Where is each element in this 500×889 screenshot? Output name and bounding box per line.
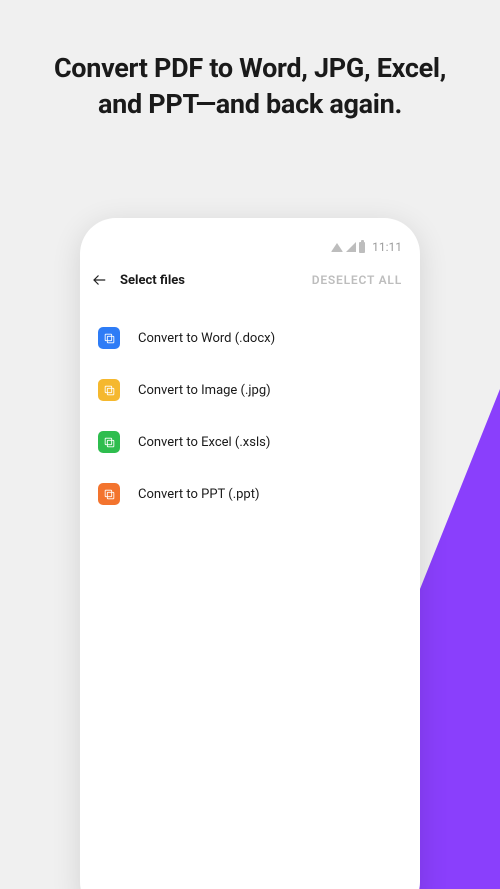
option-convert-excel[interactable]: Convert to Excel (.xsls) bbox=[98, 416, 402, 468]
deselect-all-button[interactable]: DESELECT ALL bbox=[312, 273, 402, 287]
marketing-headline: Convert PDF to Word, JPG, Excel, and PPT… bbox=[0, 0, 500, 153]
signal-icon bbox=[346, 242, 356, 252]
back-button[interactable] bbox=[90, 270, 110, 290]
doc-icon bbox=[98, 327, 120, 349]
arrow-left-icon bbox=[91, 271, 109, 289]
clock: 11:11 bbox=[372, 240, 402, 254]
option-label: Convert to Image (.jpg) bbox=[138, 383, 271, 398]
option-convert-word[interactable]: Convert to Word (.docx) bbox=[98, 312, 402, 364]
phone-frame: 11:11 Select files DESELECT ALL Convert … bbox=[80, 218, 420, 889]
sheet-icon bbox=[98, 431, 120, 453]
wifi-icon bbox=[331, 243, 343, 252]
battery-icon bbox=[359, 242, 365, 253]
convert-options-list: Convert to Word (.docx) Convert to Image… bbox=[80, 302, 420, 530]
image-icon bbox=[98, 379, 120, 401]
page-title: Select files bbox=[120, 273, 185, 288]
app-header: Select files DESELECT ALL bbox=[80, 258, 420, 302]
slide-icon bbox=[98, 483, 120, 505]
option-label: Convert to Word (.docx) bbox=[138, 331, 275, 346]
option-label: Convert to Excel (.xsls) bbox=[138, 435, 270, 450]
status-icons bbox=[331, 242, 365, 253]
option-convert-image[interactable]: Convert to Image (.jpg) bbox=[98, 364, 402, 416]
status-bar: 11:11 bbox=[80, 234, 420, 258]
option-convert-ppt[interactable]: Convert to PPT (.ppt) bbox=[98, 468, 402, 520]
option-label: Convert to PPT (.ppt) bbox=[138, 487, 260, 502]
